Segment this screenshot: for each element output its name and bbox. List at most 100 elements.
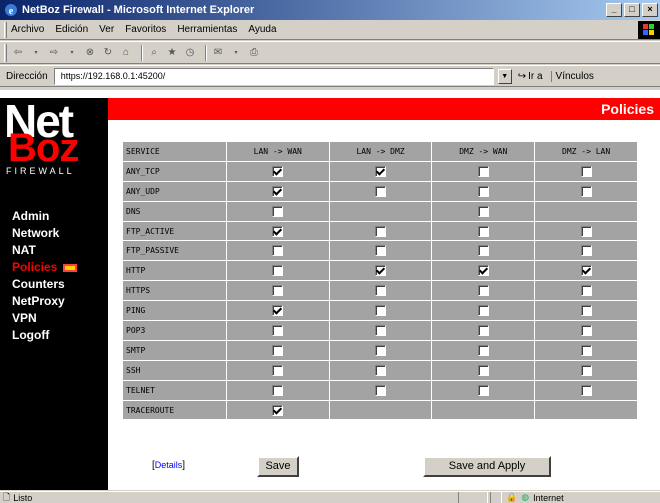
- policy-checkbox[interactable]: [272, 245, 284, 257]
- favorites-icon[interactable]: ★: [165, 46, 179, 60]
- policy-checkbox[interactable]: [580, 324, 592, 336]
- policy-checkbox[interactable]: [477, 225, 489, 237]
- policy-checkbox[interactable]: [477, 205, 489, 217]
- policy-cell: [534, 379, 638, 401]
- maximize-button[interactable]: □: [624, 3, 640, 17]
- policy-checkbox[interactable]: [580, 245, 592, 257]
- details-link-wrapper: [Details]: [152, 460, 186, 471]
- policy-checkbox[interactable]: [477, 344, 489, 356]
- nav-item-network[interactable]: Network: [12, 225, 77, 242]
- policy-checkbox[interactable]: [580, 384, 592, 396]
- policy-checkbox[interactable]: [272, 324, 284, 336]
- menu-ver[interactable]: Ver: [99, 24, 114, 35]
- nav-item-policies[interactable]: Policies: [12, 259, 78, 276]
- nav-item-admin[interactable]: Admin: [12, 208, 77, 225]
- menu-favoritos[interactable]: Favoritos: [125, 24, 166, 35]
- table-row: FTP_ACTIVE: [122, 220, 638, 242]
- policy-checkbox[interactable]: [272, 205, 284, 217]
- forward-icon[interactable]: ⇨: [47, 46, 61, 60]
- policy-checkbox[interactable]: [477, 364, 489, 376]
- policy-checkbox[interactable]: [272, 265, 284, 277]
- home-icon[interactable]: ⌂: [119, 46, 133, 60]
- close-button[interactable]: ×: [642, 3, 658, 17]
- policy-checkbox[interactable]: [580, 225, 592, 237]
- links-button[interactable]: Vínculos: [550, 70, 594, 82]
- search-icon[interactable]: ⌕: [147, 46, 161, 60]
- table-row: FTP_PASSIVE: [122, 240, 638, 262]
- menu-herramientas[interactable]: Herramientas: [177, 24, 237, 35]
- nav-item-nat[interactable]: NAT: [12, 242, 77, 259]
- policy-checkbox[interactable]: [272, 165, 284, 177]
- policy-cell: [328, 399, 433, 421]
- policy-checkbox[interactable]: [272, 384, 284, 396]
- policy-cell: [225, 200, 330, 222]
- save-and-apply-button[interactable]: Save and Apply: [423, 456, 551, 477]
- policy-checkbox[interactable]: [477, 285, 489, 297]
- policy-checkbox[interactable]: [477, 265, 489, 277]
- history-icon[interactable]: ◷: [183, 46, 197, 60]
- stop-icon[interactable]: ⊗: [83, 46, 97, 60]
- policy-checkbox[interactable]: [580, 165, 592, 177]
- go-button[interactable]: ↪ Ir a: [518, 71, 543, 82]
- forward-dropdown-icon[interactable]: ▾: [65, 46, 79, 60]
- policy-checkbox[interactable]: [580, 344, 592, 356]
- policy-checkbox[interactable]: [272, 185, 284, 197]
- nav-item-counters[interactable]: Counters: [12, 276, 77, 293]
- policy-checkbox[interactable]: [477, 384, 489, 396]
- policy-checkbox[interactable]: [375, 344, 387, 356]
- policy-checkbox[interactable]: [375, 384, 387, 396]
- policy-checkbox[interactable]: [375, 305, 387, 317]
- policy-checkbox[interactable]: [272, 404, 284, 416]
- policy-checkbox[interactable]: [272, 364, 284, 376]
- policy-checkbox[interactable]: [375, 245, 387, 257]
- table-row: TELNET: [122, 379, 638, 401]
- address-dropdown-button[interactable]: ▼: [497, 68, 512, 84]
- print-icon[interactable]: ⎙: [247, 46, 261, 60]
- menu-ayuda[interactable]: Ayuda: [248, 24, 276, 35]
- policy-checkbox[interactable]: [477, 185, 489, 197]
- menu-grip: [4, 21, 7, 38]
- policy-checkbox[interactable]: [477, 245, 489, 257]
- policy-checkbox[interactable]: [375, 265, 387, 277]
- policy-checkbox[interactable]: [375, 324, 387, 336]
- service-name: FTP_PASSIVE: [122, 240, 227, 262]
- policy-checkbox[interactable]: [477, 305, 489, 317]
- policy-checkbox[interactable]: [580, 185, 592, 197]
- save-button[interactable]: Save: [257, 456, 299, 477]
- minimize-button[interactable]: _: [606, 3, 622, 17]
- policy-checkbox[interactable]: [375, 185, 387, 197]
- details-link[interactable]: Details: [155, 460, 183, 470]
- policy-checkbox[interactable]: [375, 165, 387, 177]
- policy-cell: [431, 379, 536, 401]
- service-name: TELNET: [122, 379, 227, 401]
- policy-cell: [534, 399, 638, 421]
- menu-edicion[interactable]: Edición: [55, 24, 88, 35]
- mail-icon[interactable]: ✉: [211, 46, 225, 60]
- policy-checkbox[interactable]: [272, 305, 284, 317]
- toolbar-separator: [141, 44, 143, 61]
- policy-checkbox[interactable]: [477, 324, 489, 336]
- policy-checkbox[interactable]: [580, 364, 592, 376]
- mail-dropdown-icon[interactable]: ▾: [229, 46, 243, 60]
- policy-checkbox[interactable]: [580, 265, 592, 277]
- nav-item-netproxy[interactable]: NetProxy: [12, 293, 77, 310]
- menu-archivo[interactable]: Archivo: [11, 24, 44, 35]
- policy-checkbox[interactable]: [580, 285, 592, 297]
- back-icon[interactable]: ⇦: [11, 46, 25, 60]
- title-bar: e NetBoz Firewall - Microsoft Internet E…: [0, 0, 660, 20]
- address-input[interactable]: https://192.168.0.1:45200/: [53, 67, 494, 85]
- policy-cell: [534, 220, 638, 242]
- policy-checkbox[interactable]: [272, 285, 284, 297]
- policy-checkbox[interactable]: [477, 165, 489, 177]
- policy-checkbox[interactable]: [272, 344, 284, 356]
- policy-checkbox[interactable]: [375, 285, 387, 297]
- policy-checkbox[interactable]: [580, 305, 592, 317]
- refresh-icon[interactable]: ↻: [101, 46, 115, 60]
- policy-checkbox[interactable]: [375, 364, 387, 376]
- nav-item-vpn[interactable]: VPN: [12, 310, 77, 327]
- column-header: LAN -> WAN: [225, 141, 330, 162]
- nav-item-logoff[interactable]: Logoff: [12, 327, 77, 344]
- policy-checkbox[interactable]: [375, 225, 387, 237]
- policy-checkbox[interactable]: [272, 225, 284, 237]
- back-dropdown-icon[interactable]: ▾: [29, 46, 43, 60]
